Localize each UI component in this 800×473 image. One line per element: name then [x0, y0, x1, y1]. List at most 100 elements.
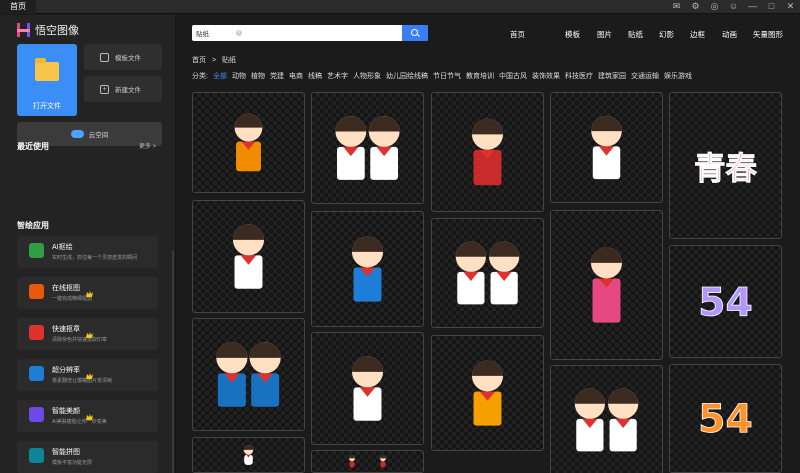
mail-icon[interactable]: ✉: [671, 1, 682, 12]
plus-icon: +: [100, 84, 109, 94]
vip-crown-icon: [86, 284, 93, 297]
nav-item[interactable]: 贴纸: [628, 29, 643, 40]
sticker-thumbnail: [574, 388, 639, 452]
minimize-icon[interactable]: —: [747, 1, 758, 12]
category-item[interactable]: 电商: [289, 73, 303, 80]
sticker-card[interactable]: [550, 210, 663, 360]
category-item[interactable]: 植物: [251, 73, 265, 80]
app-description: 实时生成，抓住每一个灵感迸发的瞬间: [52, 255, 138, 261]
category-item[interactable]: 娱乐游戏: [664, 73, 692, 80]
sticker-card[interactable]: [311, 92, 424, 204]
nav-item[interactable]: 动画: [722, 29, 737, 40]
settings-icon[interactable]: ⚙: [690, 1, 701, 12]
sticker-card[interactable]: [431, 335, 544, 451]
category-item[interactable]: 节日节气: [433, 73, 461, 80]
sticker-thumbnail: [243, 445, 254, 465]
open-file-button[interactable]: 打开文件: [17, 44, 77, 116]
sticker-thumbnail: [232, 224, 265, 289]
nav-item[interactable]: 模板: [565, 29, 580, 40]
sticker-card[interactable]: [192, 318, 305, 431]
search-input[interactable]: [192, 25, 402, 41]
recent-title: 最近使用: [17, 142, 49, 151]
category-item[interactable]: 线稿: [308, 73, 322, 80]
compass-icon[interactable]: ◎: [709, 1, 720, 12]
category-item[interactable]: 教育培训: [466, 73, 494, 80]
figure-shape: [455, 241, 486, 305]
smart-app-item[interactable]: 智能拼图 模板丰富功能无限: [17, 441, 158, 473]
new-file-button[interactable]: + 新建文件: [84, 76, 162, 102]
sticker-card[interactable]: [192, 437, 305, 473]
category-item[interactable]: 党建: [270, 73, 284, 80]
sticker-card[interactable]: [192, 92, 305, 193]
sticker-text: 青春: [694, 151, 757, 187]
figure-shape: [591, 115, 622, 180]
category-item[interactable]: 艺术字: [327, 73, 348, 80]
breadcrumb-separator: >: [211, 57, 217, 64]
folder-icon: [35, 58, 59, 81]
search-button[interactable]: [402, 25, 428, 41]
app-icon: [29, 448, 44, 463]
figure-shape: [471, 118, 504, 186]
vip-crown-icon: [86, 325, 93, 338]
category-item[interactable]: 交通运输: [631, 73, 659, 80]
app-description: 像素翻倍让模糊图片变清晰: [52, 378, 113, 384]
sticker-card[interactable]: 54: [669, 245, 782, 358]
sticker-card[interactable]: [431, 218, 544, 328]
app-title: 快速抠章: [52, 326, 80, 333]
nav-item[interactable]: 首页: [510, 29, 525, 40]
category-item[interactable]: 建筑家园: [598, 73, 626, 80]
sticker-card[interactable]: [192, 200, 305, 313]
category-item[interactable]: 全部: [213, 73, 227, 80]
recent-more-link[interactable]: 更多 >: [139, 141, 156, 150]
sticker-card[interactable]: 54: [669, 364, 782, 473]
user-icon[interactable]: ☺: [728, 1, 739, 12]
category-item[interactable]: 科技医疗: [565, 73, 593, 80]
tab-home[interactable]: 首页: [0, 0, 36, 14]
clear-search-icon[interactable]: ×: [236, 30, 242, 36]
template-file-button[interactable]: 模板文件: [84, 44, 162, 70]
nav-item[interactable]: 矢量图形: [753, 29, 783, 40]
smart-app-item[interactable]: 快速抠章 清除杂色并快速抠取印章: [17, 318, 158, 350]
close-icon[interactable]: ✕: [785, 1, 796, 12]
sticker-card[interactable]: [311, 332, 424, 445]
figure-shape: [380, 455, 386, 468]
category-item[interactable]: 中国古风: [499, 73, 527, 80]
smart-app-item[interactable]: 超分辨率 像素翻倍让模糊图片变清晰: [17, 359, 158, 391]
sticker-thumbnail: [216, 342, 281, 407]
sticker-thumbnail: [351, 356, 384, 421]
category-item[interactable]: 幼儿园绘线稿: [386, 73, 428, 80]
figure-shape: [351, 356, 384, 421]
sticker-card[interactable]: [431, 92, 544, 212]
category-item[interactable]: 人物形象: [353, 73, 381, 80]
maximize-icon[interactable]: □: [766, 1, 777, 12]
app-description: 模板丰富功能无限: [52, 460, 93, 466]
app-title: 智能美颜: [52, 408, 80, 415]
logo-icon: [17, 23, 30, 37]
app-description: AI美肤瘦脸让你一秒变美: [52, 419, 107, 425]
left-scrollbar[interactable]: [172, 250, 174, 473]
nav-item[interactable]: 边框: [690, 29, 705, 40]
app-icon: [29, 243, 44, 258]
smart-app-item[interactable]: AI抠绘实时生成，抓住每一个灵感迸发的瞬间: [17, 236, 158, 268]
sticker-card[interactable]: 青春: [669, 92, 782, 239]
sticker-thumbnail: [455, 241, 520, 305]
sticker-text: 54: [698, 280, 753, 325]
nav-item[interactable]: 图片: [597, 29, 612, 40]
sticker-thumbnail: 54: [698, 397, 753, 443]
smart-app-item[interactable]: 在线抠图 一键完成精细抠图: [17, 277, 158, 309]
sticker-card[interactable]: [311, 211, 424, 327]
sticker-card[interactable]: [550, 365, 663, 473]
figure-shape: [351, 236, 384, 302]
smart-app-item[interactable]: 智能美颜 AI美肤瘦脸让你一秒变美: [17, 400, 158, 432]
sticker-card[interactable]: [311, 450, 424, 473]
category-item[interactable]: 装饰效果: [532, 73, 560, 80]
app-title: AI抠绘: [52, 244, 73, 251]
app-name: 悟空图像: [35, 25, 79, 37]
app-title: 在线抠图: [52, 285, 80, 292]
breadcrumb-home[interactable]: 首页: [192, 57, 206, 64]
nav-item[interactable]: 幻影: [659, 29, 674, 40]
category-label: 分类:: [192, 73, 208, 80]
category-item[interactable]: 动物: [232, 73, 246, 80]
breadcrumb: 首页 > 贴纸: [192, 55, 240, 65]
sticker-card[interactable]: [550, 92, 663, 203]
